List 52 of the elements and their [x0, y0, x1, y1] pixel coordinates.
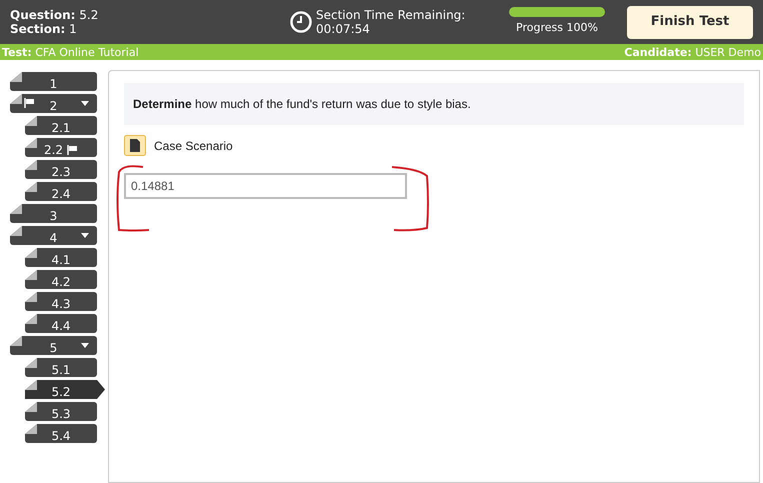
- question-nav-item[interactable]: 5.4: [25, 424, 97, 443]
- flag-icon: [24, 98, 35, 108]
- folded-corner-icon: [10, 336, 22, 346]
- document-icon: [124, 135, 146, 156]
- folded-corner-icon: [10, 226, 22, 236]
- question-nav-item[interactable]: 2.1: [25, 116, 97, 135]
- progress-label: Progress 100%: [516, 20, 598, 36]
- folded-corner-icon: [25, 160, 37, 170]
- timer-value: 00:07:54: [316, 22, 371, 36]
- question-number: Question: 5.2: [10, 8, 100, 22]
- question-nav-item[interactable]: 4.1: [25, 248, 97, 267]
- question-nav-item[interactable]: 5.3: [25, 402, 97, 421]
- question-nav-item[interactable]: 5.1: [25, 358, 97, 377]
- flag-icon: [67, 145, 78, 155]
- question-nav-item[interactable]: 2.4: [25, 182, 97, 201]
- question-nav-item[interactable]: 4: [10, 226, 97, 245]
- folded-corner-icon: [25, 270, 37, 280]
- candidate-name: Candidate: USER Demo: [624, 46, 761, 58]
- folded-corner-icon: [25, 380, 37, 390]
- folded-corner-icon: [25, 358, 37, 368]
- folded-corner-icon: [10, 94, 22, 104]
- question-prompt: Determine how much of the fund's return was due to style bias.: [124, 83, 744, 125]
- question-nav-item[interactable]: 3: [10, 204, 97, 223]
- caret-icon: [81, 233, 89, 238]
- folded-corner-icon: [25, 182, 37, 192]
- test-name: Test: CFA Online Tutorial: [2, 46, 139, 58]
- caret-icon: [81, 101, 89, 106]
- folded-corner-icon: [25, 314, 37, 324]
- folded-corner-icon: [25, 424, 37, 434]
- case-scenario-link[interactable]: Case Scenario: [154, 136, 233, 154]
- question-nav-item[interactable]: 4.4: [25, 314, 97, 333]
- question-nav-item[interactable]: 2: [10, 94, 97, 113]
- question-nav-item[interactable]: 5: [10, 336, 97, 355]
- folded-corner-icon: [25, 138, 37, 148]
- folded-corner-icon: [10, 72, 22, 82]
- timer-label: Section Time Remaining:: [316, 8, 466, 22]
- question-nav-item[interactable]: 4.3: [25, 292, 97, 311]
- folded-corner-icon: [25, 248, 37, 258]
- folded-corner-icon: [25, 116, 37, 126]
- folded-corner-icon: [25, 402, 37, 412]
- question-nav-item[interactable]: 5.2: [25, 380, 105, 399]
- folded-corner-icon: [10, 204, 22, 214]
- folded-corner-icon: [25, 292, 37, 302]
- question-nav-item[interactable]: 1: [10, 72, 97, 91]
- caret-icon: [81, 343, 89, 348]
- answer-field[interactable]: 0.14881: [124, 173, 407, 199]
- question-nav-item[interactable]: 2.2: [25, 138, 97, 157]
- question-nav-item[interactable]: 2.3: [25, 160, 97, 179]
- section-number: Section: 1: [10, 22, 78, 36]
- finish-test-button[interactable]: Finish Test: [627, 6, 753, 38]
- clock-icon: [290, 11, 312, 33]
- question-nav-item[interactable]: 4.2: [25, 270, 97, 289]
